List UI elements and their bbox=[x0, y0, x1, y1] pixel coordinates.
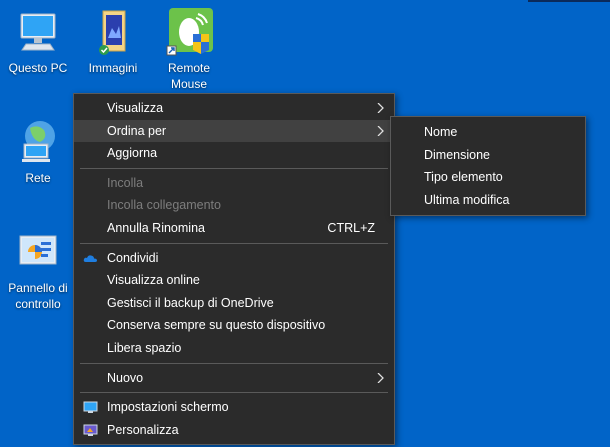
menu-item-label: Libera spazio bbox=[107, 340, 182, 355]
menu-item-label: Visualizza bbox=[107, 101, 164, 115]
chevron-right-icon bbox=[377, 372, 384, 383]
menu-item-label: Ordina per bbox=[107, 123, 167, 138]
menu-item-ordina-per[interactable]: Ordina per bbox=[74, 119, 394, 143]
menu-item-gestisci-backup[interactable]: Gestisci il backup di OneDrive bbox=[74, 292, 394, 315]
menu-item-incolla: Incolla bbox=[74, 172, 394, 195]
menu-item-label: Impostazioni schermo bbox=[107, 400, 229, 415]
menu-item-incolla-collegamento: Incolla collegamento bbox=[74, 194, 394, 217]
desktop-context-menu: Visualizza Ordina per Aggiorna Incolla I… bbox=[73, 93, 395, 446]
menu-item-label: Personalizza bbox=[107, 422, 179, 437]
submenu-item-dimensione[interactable]: Dimensione bbox=[391, 144, 585, 167]
menu-item-label: Incolla bbox=[107, 175, 144, 190]
menu-item-nuovo[interactable]: Nuovo bbox=[74, 367, 394, 390]
menu-item-label: Visualizza online bbox=[107, 273, 200, 288]
submenu-item-nome[interactable]: Nome bbox=[391, 121, 585, 144]
menu-item-label: Aggiorna bbox=[107, 146, 158, 161]
desktop-icon-label: Pannello di controllo bbox=[8, 281, 68, 311]
menu-separator bbox=[80, 392, 388, 394]
desktop-icon-label: Remote Mouse bbox=[167, 61, 211, 91]
network-globe-icon bbox=[14, 118, 62, 166]
menu-item-label: Gestisci il backup di OneDrive bbox=[107, 295, 274, 310]
menu-item-libera-spazio[interactable]: Libera spazio bbox=[74, 337, 394, 360]
desktop-icon-this-pc[interactable]: Questo PC bbox=[2, 8, 74, 76]
menu-item-personalizza[interactable]: Personalizza bbox=[74, 419, 394, 442]
submenu-item-tipo-elemento[interactable]: Tipo elemento bbox=[391, 166, 585, 189]
desktop-icon-label: Rete bbox=[25, 171, 51, 185]
pictures-folder-icon bbox=[89, 8, 137, 56]
chevron-right-icon bbox=[377, 103, 384, 113]
menu-item-label: Incolla collegamento bbox=[107, 198, 221, 213]
desktop-icon-label: Immagini bbox=[88, 61, 138, 75]
desktop-icon-network[interactable]: Rete bbox=[2, 118, 74, 186]
menu-item-visualizza[interactable]: Visualizza bbox=[74, 97, 394, 120]
chevron-right-icon bbox=[377, 125, 384, 136]
menu-item-label: Condividi bbox=[107, 250, 159, 265]
desktop-icon-pictures[interactable]: Immagini bbox=[77, 8, 149, 76]
display-settings-icon bbox=[83, 401, 98, 414]
desktop-icon-label: Questo PC bbox=[8, 61, 68, 75]
menu-item-label: Annulla Rinomina bbox=[107, 220, 205, 235]
desktop-icon-remote-mouse[interactable]: Remote Mouse bbox=[153, 8, 225, 92]
menu-item-condividi[interactable]: Condividi bbox=[74, 247, 394, 270]
menu-item-label: Nuovo bbox=[107, 370, 144, 385]
menu-item-annulla-rinomina[interactable]: Annulla Rinomina CTRL+Z bbox=[74, 217, 394, 240]
computer-icon bbox=[14, 8, 62, 56]
sort-by-submenu: Nome Dimensione Tipo elemento Ultima mod… bbox=[390, 116, 586, 217]
submenu-item-label: Dimensione bbox=[424, 147, 491, 162]
menu-item-visualizza-online[interactable]: Visualizza online bbox=[74, 269, 394, 292]
remote-mouse-app-icon bbox=[165, 8, 213, 56]
menu-separator bbox=[80, 167, 388, 169]
submenu-item-ultima-modifica[interactable]: Ultima modifica bbox=[391, 189, 585, 212]
menu-item-conserva-sempre[interactable]: Conserva sempre su questo dispositivo bbox=[74, 314, 394, 337]
submenu-item-label: Tipo elemento bbox=[424, 170, 503, 185]
control-panel-icon bbox=[14, 228, 62, 276]
shortcut-label: CTRL+Z bbox=[327, 220, 375, 235]
desktop-icon-control-panel[interactable]: Pannello di controllo bbox=[2, 228, 74, 312]
submenu-item-label: Nome bbox=[424, 125, 458, 139]
menu-separator bbox=[80, 362, 388, 364]
taskbar-edge bbox=[528, 0, 610, 2]
menu-item-impostazioni-schermo[interactable]: Impostazioni schermo bbox=[74, 396, 394, 419]
menu-item-aggiorna[interactable]: Aggiorna bbox=[74, 142, 394, 165]
menu-item-label: Conserva sempre su questo dispositivo bbox=[107, 318, 326, 333]
submenu-item-label: Ultima modifica bbox=[424, 192, 510, 207]
personalize-icon bbox=[83, 424, 98, 436]
menu-separator bbox=[80, 242, 388, 244]
onedrive-cloud-icon bbox=[83, 254, 97, 262]
